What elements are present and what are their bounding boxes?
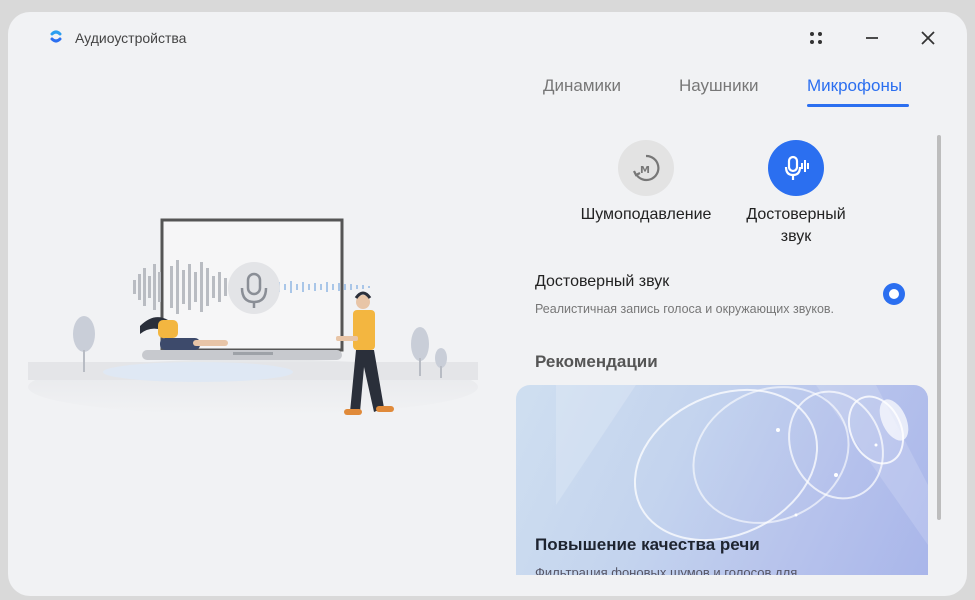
tab-headphones[interactable]: Наушники bbox=[679, 76, 759, 96]
speech-enhancement-card[interactable]: Повышение качества речи Фильтрация фонов… bbox=[516, 385, 928, 575]
setting-description: Реалистичная запись голоса и окружающих … bbox=[535, 302, 835, 316]
microphone-illustration bbox=[28, 218, 478, 415]
tab-microphones[interactable]: Микрофоны bbox=[807, 76, 902, 96]
minimize-button[interactable] bbox=[857, 24, 887, 52]
mode-noise-reduction-label: Шумоподавление bbox=[580, 206, 712, 223]
mode-true-sound[interactable]: Достоверный звук bbox=[730, 140, 862, 248]
device-tabs: Динамики Наушники Микрофоны bbox=[528, 76, 938, 116]
noise-reduction-icon: M bbox=[618, 140, 674, 196]
card-subtitle: Фильтрация фоновых шумов и голосов для bbox=[535, 565, 798, 575]
close-icon bbox=[921, 31, 935, 45]
window-title: Аудиоустройства bbox=[75, 30, 187, 46]
app-logo-icon bbox=[50, 30, 62, 43]
recommendations-heading: Рекомендации bbox=[535, 352, 658, 371]
grid-dots-icon bbox=[810, 32, 822, 44]
card-title: Повышение качества речи bbox=[535, 535, 760, 554]
setting-title: Достоверный звук bbox=[535, 273, 670, 290]
mode-true-sound-label: Достоверный звук bbox=[746, 206, 846, 245]
radio-selected-dot bbox=[889, 289, 899, 299]
close-button[interactable] bbox=[913, 24, 943, 52]
audio-devices-window: Аудиоустройства Динамики Наушники Микроф… bbox=[8, 12, 967, 596]
minimize-icon bbox=[866, 37, 878, 39]
tab-speakers[interactable]: Динамики bbox=[543, 76, 621, 96]
title-bar: Аудиоустройства bbox=[8, 12, 967, 64]
microphone-sound-icon bbox=[768, 140, 824, 196]
mode-noise-reduction[interactable]: M Шумоподавление bbox=[570, 140, 722, 226]
true-sound-radio[interactable] bbox=[883, 283, 905, 305]
active-tab-indicator bbox=[807, 104, 909, 107]
more-options-button[interactable] bbox=[801, 24, 831, 52]
svg-text:M: M bbox=[640, 165, 650, 176]
content-scrollbar[interactable] bbox=[937, 135, 941, 520]
